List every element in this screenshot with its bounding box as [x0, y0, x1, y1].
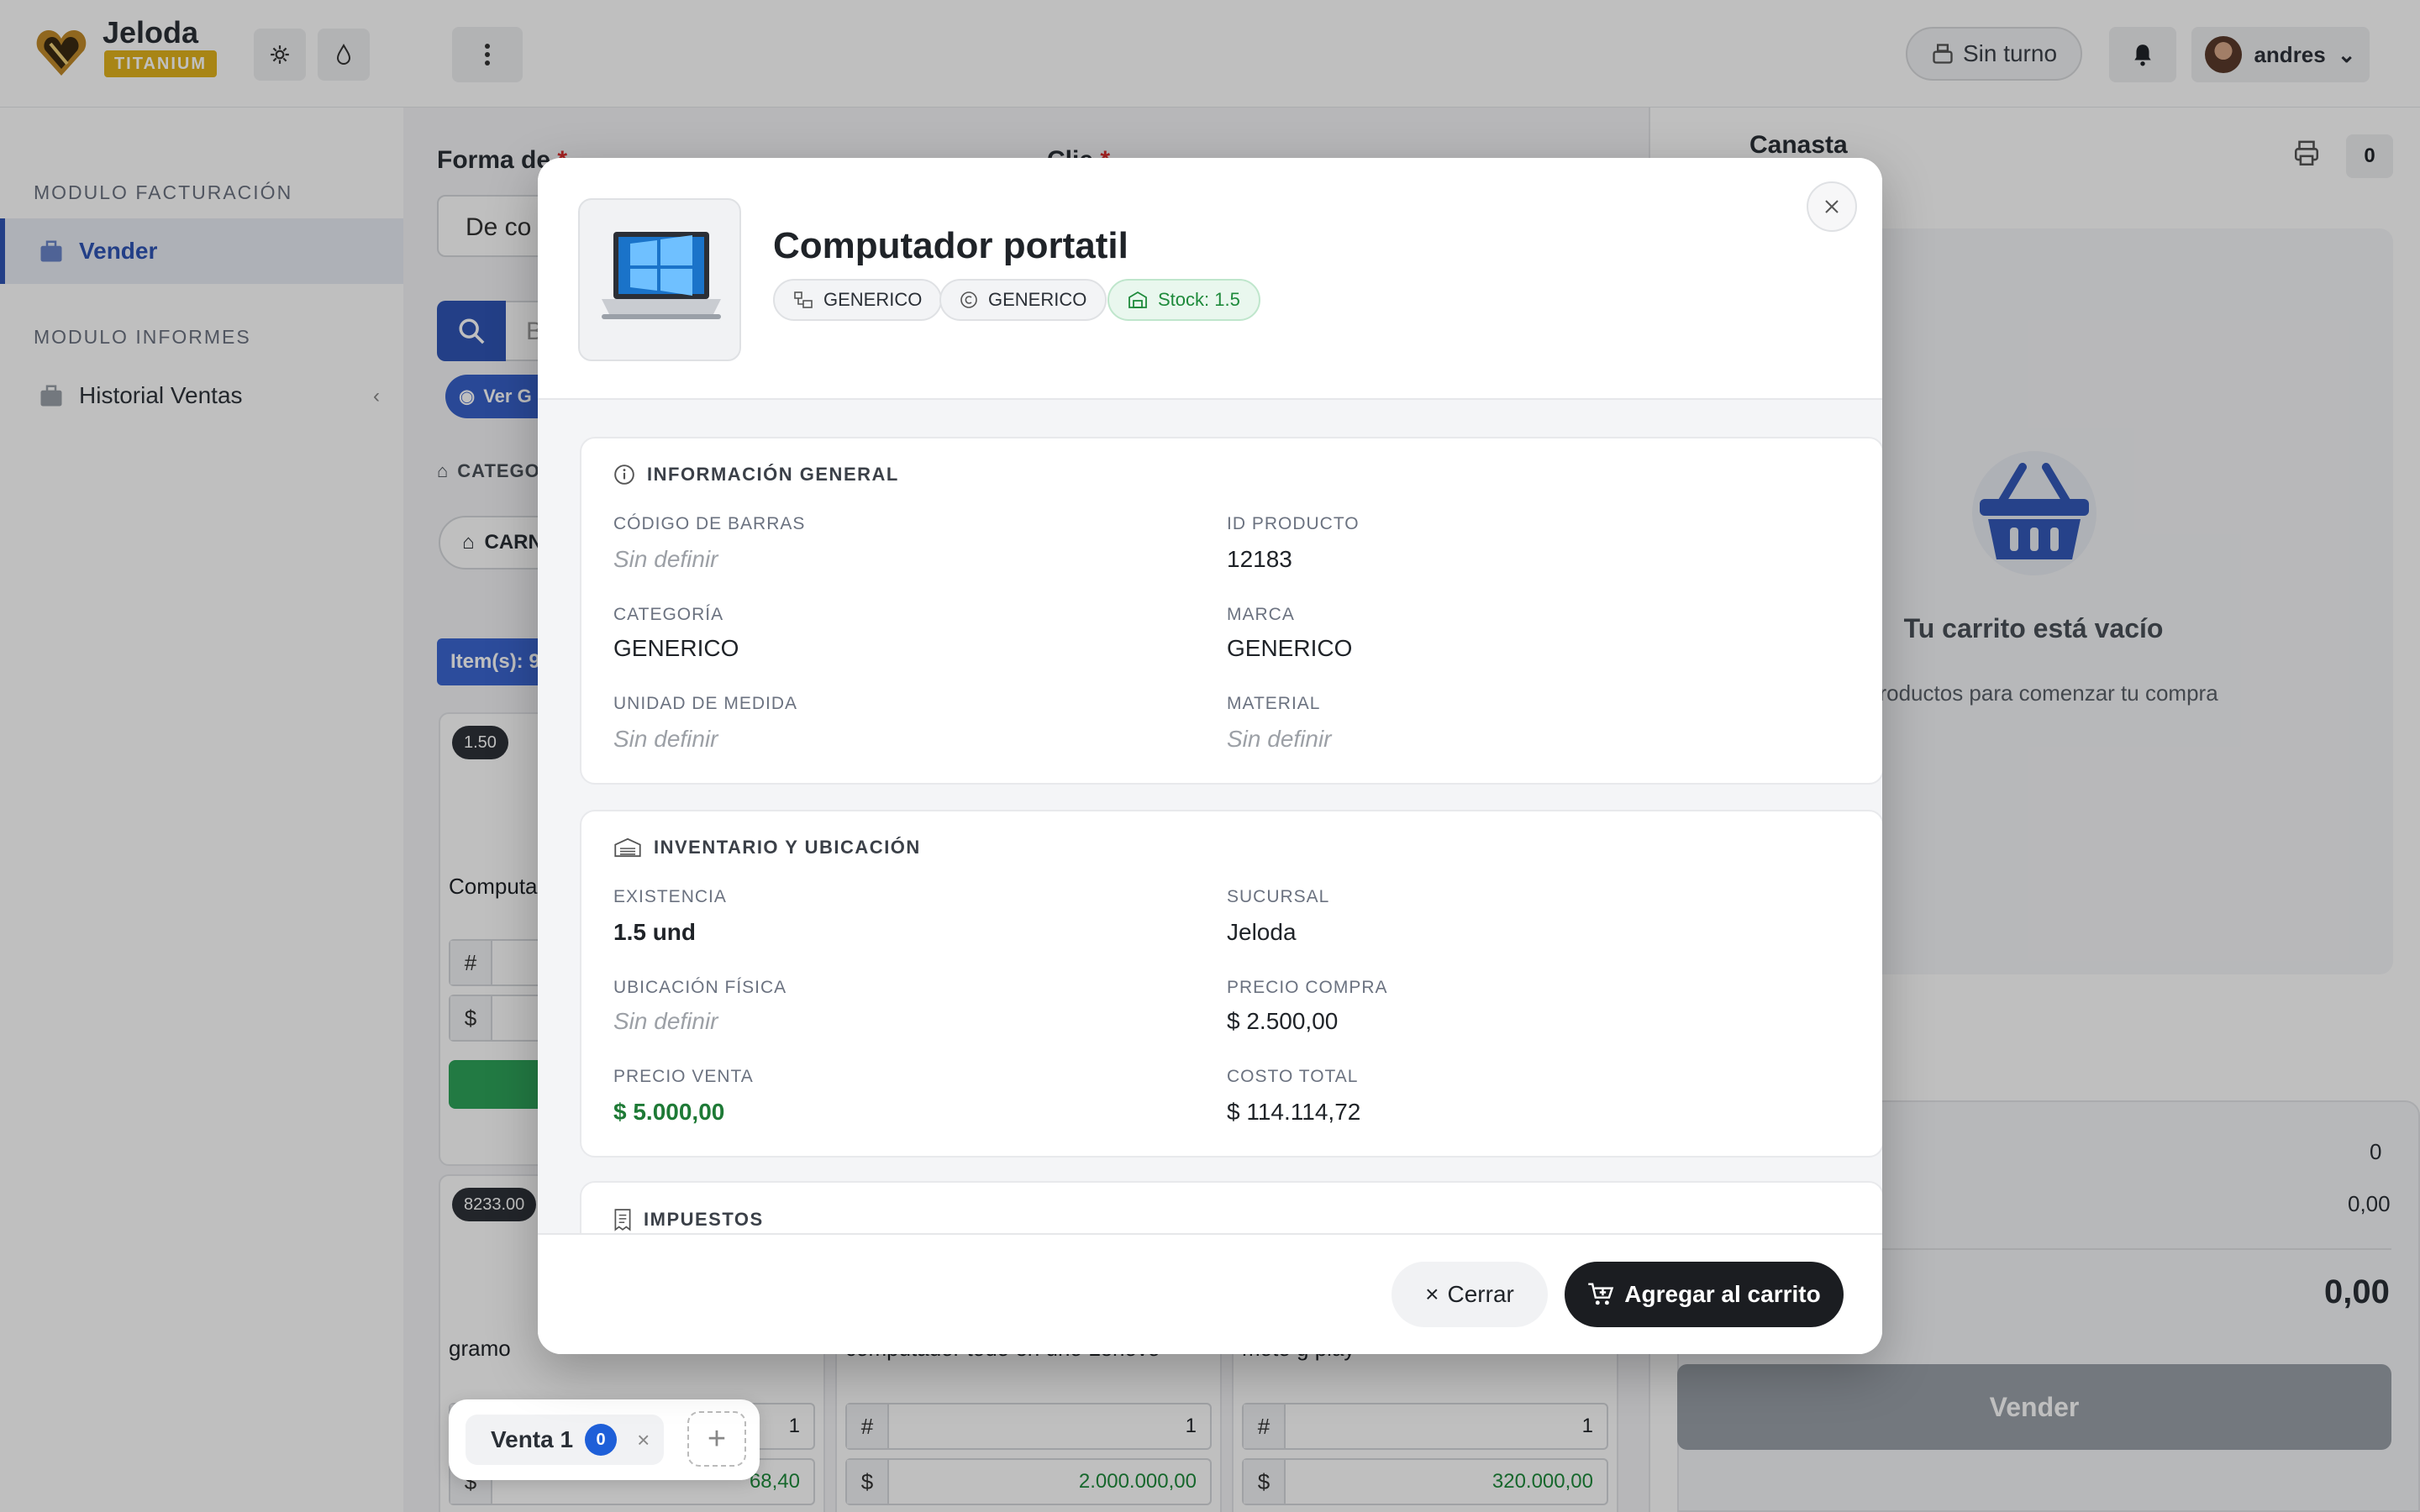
stock-chip: Stock: 1.5 [1107, 279, 1260, 321]
info-icon [614, 465, 634, 485]
sale-tab[interactable]: Venta 1 0 × [466, 1415, 664, 1465]
section-title: INFORMACIÓN GENERAL [613, 464, 899, 486]
warehouse-icon [1128, 291, 1147, 308]
product-id-value: 12183 [1227, 546, 1292, 572]
field-label: COSTO TOTAL [1227, 1067, 1359, 1086]
field-label: PRECIO COMPRA [1227, 978, 1388, 997]
field-label: UBICACIÓN FÍSICA [613, 978, 787, 997]
field-label: CATEGORÍA [613, 605, 724, 624]
total-cost-value: $ 114.114,72 [1227, 1099, 1361, 1125]
add-sale-button[interactable]: + [687, 1411, 746, 1467]
brand-chip: GENERICO [939, 279, 1107, 321]
field-label: MATERIAL [1227, 694, 1321, 713]
close-icon[interactable]: × [637, 1427, 650, 1453]
close-button[interactable]: × Cerrar [1392, 1262, 1548, 1327]
copyright-icon [960, 291, 977, 308]
brand-value: GENERICO [1227, 635, 1353, 661]
unit-value: Sin definir [613, 726, 718, 752]
product-detail-modal: Computador portatil GENERICO GENERICO St… [538, 158, 1882, 1354]
location-value: Sin definir [613, 1008, 718, 1034]
receipt-icon [614, 1209, 631, 1231]
field-label: ID PRODUCTO [1227, 514, 1360, 533]
close-icon [1825, 200, 1839, 213]
field-label: UNIDAD DE MEDIDA [613, 694, 798, 713]
sale-tabs-bar: Venta 1 0 × + [449, 1399, 760, 1480]
add-to-cart-button[interactable]: Agregar al carrito [1565, 1262, 1844, 1327]
product-image [578, 198, 741, 361]
modal-footer: × Cerrar Agregar al carrito [538, 1233, 1882, 1354]
laptop-icon [602, 232, 721, 319]
modal-body[interactable]: INFORMACIÓN GENERAL CÓDIGO DE BARRAS Sin… [538, 400, 1882, 1354]
branch-value: Jeloda [1227, 919, 1297, 945]
cart-plus-icon [1588, 1283, 1614, 1305]
modal-close-button[interactable] [1807, 181, 1857, 232]
buy-price-value: $ 2.500,00 [1227, 1008, 1339, 1034]
section-title: INVENTARIO Y UBICACIÓN [613, 837, 921, 858]
field-label: CÓDIGO DE BARRAS [613, 514, 806, 533]
field-label: SUCURSAL [1227, 887, 1330, 906]
modal-header: Computador portatil GENERICO GENERICO St… [538, 158, 1882, 400]
category-chip: GENERICO [773, 279, 943, 321]
field-label: PRECIO VENTA [613, 1067, 754, 1086]
general-info-section: INFORMACIÓN GENERAL CÓDIGO DE BARRAS Sin… [580, 437, 1882, 785]
close-icon: × [1425, 1281, 1439, 1307]
section-title: IMPUESTOS [613, 1208, 764, 1231]
category-icon [794, 291, 813, 308]
barcode-value: Sin definir [613, 546, 718, 572]
modal-title: Computador portatil [773, 225, 1128, 266]
field-label: EXISTENCIA [613, 887, 727, 906]
sale-count-badge: 0 [585, 1424, 618, 1456]
sell-price-value: $ 5.000,00 [613, 1099, 725, 1125]
field-label: MARCA [1227, 605, 1295, 624]
category-value: GENERICO [613, 635, 739, 661]
inventory-section: INVENTARIO Y UBICACIÓN EXISTENCIA 1.5 un… [580, 810, 1882, 1158]
material-value: Sin definir [1227, 726, 1332, 752]
warehouse-icon [614, 837, 641, 858]
plus-icon: + [707, 1420, 727, 1457]
existence-value: 1.5 und [613, 919, 697, 945]
